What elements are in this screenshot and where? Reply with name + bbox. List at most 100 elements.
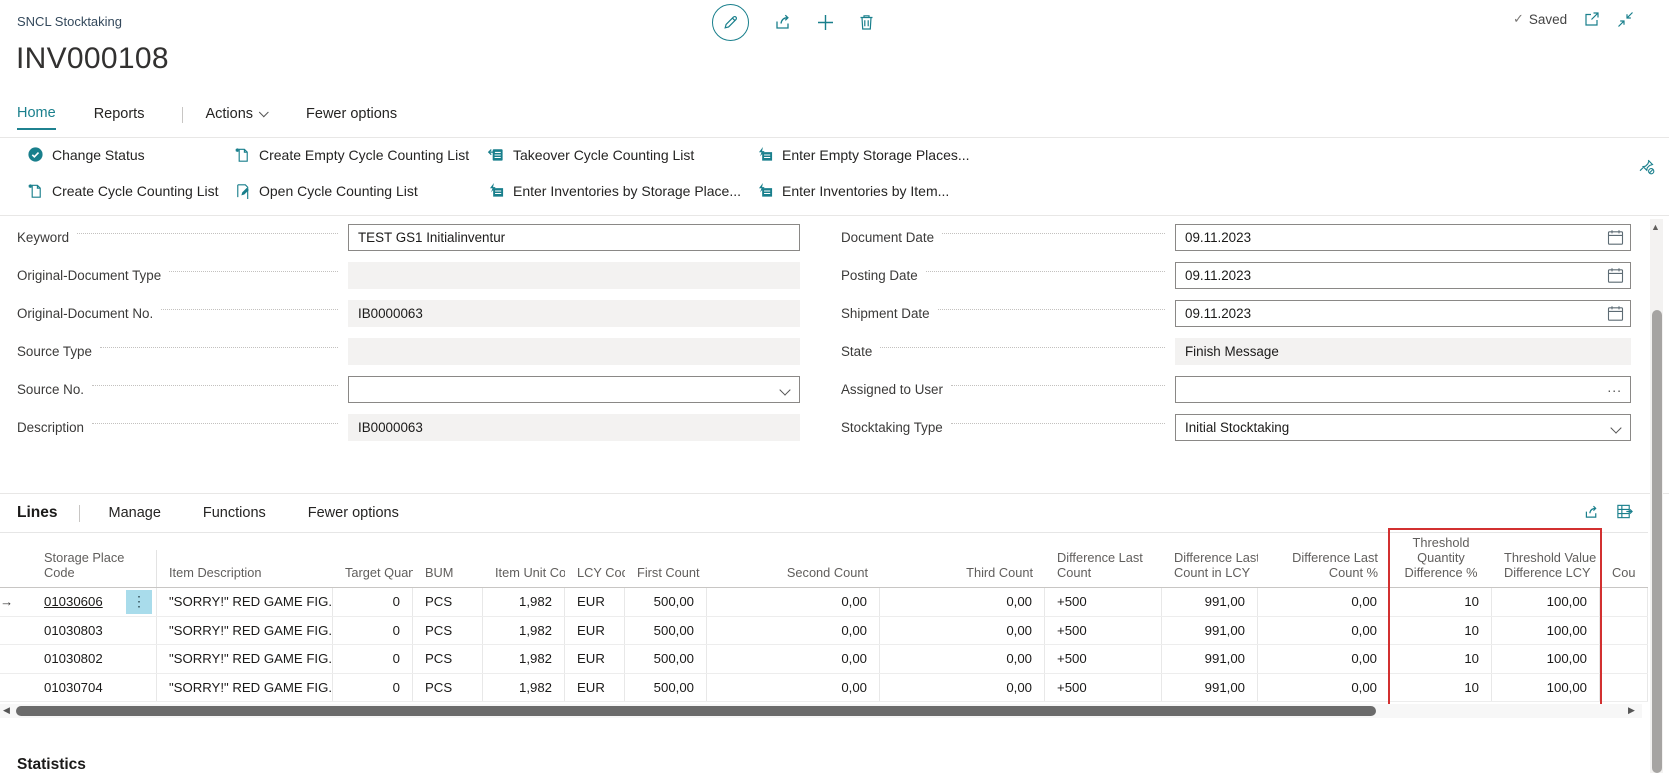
cell-diff_lcy: 991,00 — [1162, 673, 1258, 701]
storage-place-code-link[interactable]: 01030606 — [44, 594, 103, 609]
column-header-first[interactable]: First Count — [625, 565, 707, 587]
cell-third: 0,00 — [880, 673, 1045, 701]
column-header-bum[interactable]: BUM — [413, 565, 483, 587]
field-assigned-to-user: Assigned to User... — [841, 375, 1631, 403]
storage-place-code-link[interactable]: 01030704 — [44, 680, 103, 695]
action-enter-inventories-by-storage-place[interactable]: Enter Inventories by Storage Place... — [487, 182, 741, 199]
dotted-leader — [942, 232, 1165, 234]
assigned-to-user-input[interactable]: ... — [1175, 375, 1631, 403]
action-change-status[interactable]: Change Status — [27, 146, 145, 163]
chevron-down-icon[interactable] — [779, 383, 791, 396]
action-create-empty-cycle-counting-list[interactable]: Create Empty Cycle Counting List — [234, 146, 469, 164]
row-selector-cell — [0, 645, 32, 673]
unpin-icon[interactable] — [1638, 158, 1656, 176]
column-header-cou[interactable]: Cou — [1600, 565, 1648, 587]
column-header-th_qty[interactable]: Threshold Quantity Difference % — [1390, 535, 1492, 587]
cell-lcy: EUR — [565, 673, 625, 701]
open-in-excel-icon[interactable] — [1616, 503, 1633, 520]
original-document-type-input — [348, 261, 800, 289]
column-header-third[interactable]: Third Count — [880, 565, 1045, 587]
column-header-diff[interactable]: Difference Last Count — [1045, 550, 1162, 587]
shipment-date-input[interactable]: 09.11.2023 — [1175, 299, 1631, 327]
table-row-01030606[interactable]: → 01030606 ⋮ "SORRY!" RED GAME FIG... 0 PCS 1,… — [0, 588, 1648, 617]
action-enter-inventories-by-item[interactable]: Enter Inventories by Item... — [756, 182, 949, 199]
new-document-icon — [27, 182, 44, 200]
scroll-right-icon[interactable]: ▶ — [1628, 705, 1635, 716]
popout-icon[interactable] — [1583, 10, 1601, 28]
cell-lcy: EUR — [565, 616, 625, 644]
column-header-second[interactable]: Second Count — [707, 565, 880, 587]
action-label: Enter Empty Storage Places... — [782, 146, 970, 163]
vertical-scrollbar[interactable]: ▲ — [1650, 219, 1663, 773]
chevron-down-icon[interactable] — [1610, 421, 1622, 434]
field-value: IB0000063 — [358, 305, 423, 321]
field-label: Document Date — [841, 229, 935, 245]
column-header-storage[interactable]: Storage Place Code — [32, 550, 157, 587]
scroll-left-icon[interactable]: ◀ — [3, 705, 10, 716]
cell-third: 0,00 — [880, 588, 1045, 616]
action-open-cycle-counting-list[interactable]: Open Cycle Counting List — [234, 182, 418, 200]
table-row-01030704[interactable]: 01030704 "SORRY!" RED GAME FIG... 0 PCS 1,98… — [0, 673, 1648, 702]
column-header-lcy[interactable]: LCY Code — [565, 565, 625, 587]
divider — [0, 215, 1669, 216]
tab-fewer-options[interactable]: Fewer options — [306, 106, 397, 129]
action-enter-empty-storage-places[interactable]: Enter Empty Storage Places... — [756, 146, 970, 163]
dotted-leader — [91, 422, 338, 424]
horizontal-scrollbar[interactable]: ◀ ▶ — [0, 704, 1642, 718]
calendar-icon[interactable] — [1607, 229, 1624, 246]
field-original-document-no: Original-Document No. IB0000063 — [17, 299, 800, 327]
action-takeover-cycle-counting-list[interactable]: Takeover Cycle Counting List — [487, 146, 694, 163]
storage-place-code-cell: 01030704 — [32, 673, 157, 701]
document-date-input[interactable]: 09.11.2023 — [1175, 223, 1631, 251]
tab-home[interactable]: Home — [17, 105, 56, 130]
column-header-diff_pct[interactable]: Difference Last Count % — [1258, 550, 1390, 587]
column-header-diff_lcy[interactable]: Difference Last Count in LCY — [1162, 550, 1258, 587]
delete-icon[interactable] — [858, 13, 875, 31]
dotted-leader — [950, 422, 1165, 424]
stocktaking-type-input[interactable]: Initial Stocktaking — [1175, 413, 1631, 441]
column-header-target[interactable]: Target Quantity — [333, 565, 413, 587]
field-source-no: Source No. — [17, 375, 800, 403]
state-input: Finish Message — [1175, 337, 1631, 365]
lines-menu-manage[interactable]: Manage — [108, 505, 160, 521]
row-options-icon[interactable]: ⋮ — [126, 589, 152, 614]
source-no-input[interactable] — [348, 375, 800, 403]
share-icon[interactable] — [773, 13, 793, 31]
collapse-icon[interactable] — [1617, 11, 1634, 28]
table-row-01030802[interactable]: 01030802 "SORRY!" RED GAME FIG... 0 PCS 1,98… — [0, 645, 1648, 674]
edit-pencil-icon[interactable] — [712, 3, 749, 41]
share-icon[interactable] — [1583, 503, 1600, 520]
action-create-cycle-counting-list[interactable]: Create Cycle Counting List — [27, 182, 219, 200]
cell-diff_pct: 0,00 — [1258, 588, 1390, 616]
table-row-01030803[interactable]: 01030803 "SORRY!" RED GAME FIG... 0 PCS 1,98… — [0, 616, 1648, 645]
cell-diff: +500 — [1045, 645, 1162, 673]
field-label: Source No. — [17, 381, 84, 397]
cell-target: 0 — [333, 673, 413, 701]
column-header-th_val[interactable]: Threshold Value Difference LCY — [1492, 550, 1600, 587]
calendar-icon[interactable] — [1607, 305, 1624, 322]
storage-place-code-link[interactable]: 01030803 — [44, 623, 103, 638]
cell-diff_pct: 0,00 — [1258, 616, 1390, 644]
cell-desc: "SORRY!" RED GAME FIG... — [157, 616, 333, 644]
lines-menu-fewer-options[interactable]: Fewer options — [308, 505, 399, 521]
lines-menu-functions[interactable]: Functions — [203, 505, 266, 521]
column-header-unit_cost[interactable]: Item Unit Cost — [483, 565, 565, 587]
tab-reports[interactable]: Reports — [94, 106, 145, 129]
field-stocktaking-type: Stocktaking Type Initial Stocktaking — [841, 413, 1631, 441]
dotted-leader — [880, 346, 1165, 348]
description-input: IB0000063 — [348, 413, 800, 441]
horizontal-scrollbar-thumb[interactable] — [16, 706, 1376, 716]
calendar-icon[interactable] — [1607, 267, 1624, 284]
field-state: State Finish Message — [841, 337, 1631, 365]
tab-actions[interactable]: Actions — [205, 106, 269, 129]
add-icon[interactable] — [817, 14, 834, 31]
scroll-up-icon[interactable]: ▲ — [1651, 222, 1660, 232]
column-header-selector[interactable] — [0, 580, 32, 587]
posting-date-input[interactable]: 09.11.2023 — [1175, 261, 1631, 289]
action-label: Takeover Cycle Counting List — [513, 146, 695, 163]
keyword-input[interactable]: TEST GS1 Initialinventur — [348, 223, 800, 251]
column-header-desc[interactable]: Item Description — [157, 565, 333, 587]
storage-place-code-link[interactable]: 01030802 — [44, 651, 103, 666]
assist-edit-icon[interactable]: ... — [1607, 379, 1622, 395]
vertical-scrollbar-thumb[interactable] — [1651, 310, 1662, 773]
